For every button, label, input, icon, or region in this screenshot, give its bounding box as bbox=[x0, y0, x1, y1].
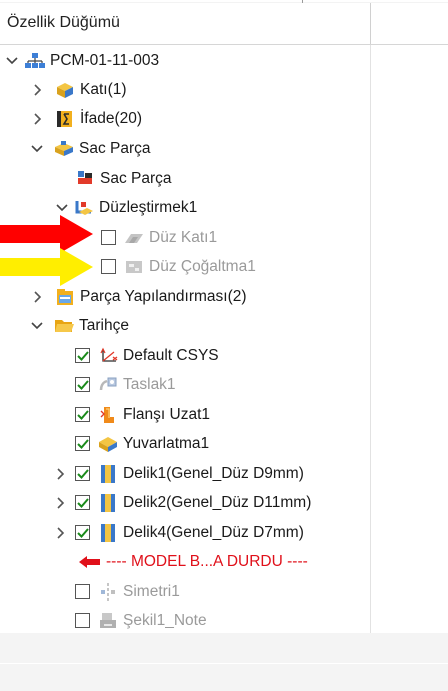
chevron-down-icon[interactable] bbox=[5, 54, 19, 68]
bottom-empty-area bbox=[0, 633, 448, 691]
tree-node-root[interactable]: PCM-01-11-003 bbox=[0, 46, 370, 75]
chevron-right-icon[interactable] bbox=[54, 496, 68, 510]
checkbox-checked[interactable] bbox=[75, 436, 90, 451]
tree-node-tarihce[interactable]: Tarihçe bbox=[0, 311, 370, 340]
symmetry-icon bbox=[98, 582, 118, 602]
panel-title: Özellik Düğümü bbox=[7, 14, 120, 31]
checkbox-checked[interactable] bbox=[75, 466, 90, 481]
tree-label-tarihce: Tarihçe bbox=[79, 316, 129, 334]
feature-tree: PCM-01-11-003 Katı(1) İfade(20) Sac Parç… bbox=[0, 45, 448, 633]
chevron-right-icon[interactable] bbox=[31, 83, 45, 97]
checkbox-checked[interactable] bbox=[75, 348, 90, 363]
tree-label-flansi-uzat: Flanşı Uzat1 bbox=[123, 405, 211, 423]
tree-node-delik4[interactable]: Delik4(Genel_Düz D7mm) bbox=[0, 518, 370, 547]
solid-body-icon bbox=[55, 80, 75, 100]
checkbox-checked[interactable] bbox=[75, 377, 90, 392]
coordinate-system-icon bbox=[98, 346, 118, 366]
hole-icon bbox=[98, 464, 118, 484]
checkbox-checked[interactable] bbox=[75, 407, 90, 422]
tree-label-parca-yapilandirmasi: Parça Yapılandırması(2) bbox=[80, 287, 247, 305]
tree-label-yuvarlatma: Yuvarlatma1 bbox=[123, 434, 210, 452]
tree-node-kati[interactable]: Katı(1) bbox=[0, 75, 370, 104]
suppress-checkbox[interactable] bbox=[101, 259, 116, 274]
bottom-separator bbox=[0, 663, 448, 664]
chevron-down-icon[interactable] bbox=[30, 142, 44, 156]
checkbox-checked[interactable] bbox=[75, 495, 90, 510]
tree-node-delik1[interactable]: Delik1(Genel_Düz D9mm) bbox=[0, 459, 370, 488]
chevron-right-icon[interactable] bbox=[31, 112, 45, 126]
tree-label-delik1: Delik1(Genel_Düz D9mm) bbox=[123, 464, 304, 482]
assembly-structure-icon bbox=[25, 51, 45, 71]
top-border bbox=[0, 0, 448, 3]
tree-node-flansi-uzat[interactable]: Flanşı Uzat1 bbox=[0, 400, 370, 429]
chevron-right-icon[interactable] bbox=[31, 290, 45, 304]
tree-label-duz-cogaltma: Düz Çoğaltma1 bbox=[149, 257, 256, 275]
model-stop-label: ---- MODEL B...A DURDU ---- bbox=[106, 552, 308, 570]
sheet-metal-base-icon bbox=[75, 169, 95, 189]
tree-label-kati: Katı(1) bbox=[80, 80, 127, 98]
configuration-icon bbox=[55, 287, 75, 307]
tree-node-default-csys[interactable]: Default CSYS bbox=[0, 341, 370, 370]
tree-node-ifade[interactable]: İfade(20) bbox=[0, 104, 370, 133]
sheet-metal-icon bbox=[54, 139, 74, 159]
model-stop-marker[interactable]: ---- MODEL B...A DURDU ---- bbox=[0, 547, 370, 576]
flat-pattern-icon bbox=[124, 257, 144, 277]
chevron-right-icon[interactable] bbox=[54, 526, 68, 540]
tree-node-yuvarlatma[interactable]: Yuvarlatma1 bbox=[0, 429, 370, 458]
folder-open-icon bbox=[54, 316, 74, 336]
hole-icon bbox=[98, 493, 118, 513]
header-column-divider[interactable] bbox=[370, 3, 371, 44]
flat-solid-icon bbox=[124, 228, 144, 248]
note-icon bbox=[98, 611, 118, 631]
tree-label-taslak: Taslak1 bbox=[123, 375, 176, 393]
stop-arrow-icon bbox=[79, 552, 101, 572]
tree-label-delik2: Delik2(Genel_Düz D11mm) bbox=[123, 493, 312, 511]
tree-label-sac-parca-group: Sac Parça bbox=[79, 139, 151, 157]
suppress-checkbox[interactable] bbox=[75, 584, 90, 599]
sketch-icon bbox=[98, 375, 118, 395]
tree-node-sac-parca[interactable]: Sac Parça bbox=[0, 164, 370, 193]
tree-label-default-csys: Default CSYS bbox=[123, 346, 219, 364]
tree-node-sekil-note[interactable]: Şekil1_Note bbox=[0, 606, 370, 635]
fillet-icon bbox=[98, 434, 118, 454]
tree-label-duz-kati: Düz Katı1 bbox=[149, 228, 218, 246]
tree-node-sac-parca-group[interactable]: Sac Parça bbox=[0, 134, 370, 163]
tree-label-sekil-note: Şekil1_Note bbox=[123, 611, 207, 629]
tree-label-ifade: İfade(20) bbox=[80, 109, 143, 127]
suppress-checkbox[interactable] bbox=[75, 613, 90, 628]
hole-icon bbox=[98, 523, 118, 543]
tree-label-sac-parca: Sac Parça bbox=[100, 169, 172, 187]
yellow-annotation-arrow bbox=[0, 248, 93, 286]
checkbox-checked[interactable] bbox=[75, 525, 90, 540]
panel-header: Özellik Düğümü bbox=[0, 3, 448, 45]
tree-node-delik2[interactable]: Delik2(Genel_Düz D11mm) bbox=[0, 488, 370, 517]
suppress-checkbox[interactable] bbox=[101, 230, 116, 245]
tree-label-simetri: Simetri1 bbox=[123, 582, 180, 600]
tree-node-taslak[interactable]: Taslak1 bbox=[0, 370, 370, 399]
chevron-down-icon[interactable] bbox=[30, 319, 44, 333]
tree-label-duzlestirmek: Düzleştirmek1 bbox=[99, 198, 198, 216]
column-line bbox=[370, 45, 371, 633]
chevron-right-icon[interactable] bbox=[54, 467, 68, 481]
expression-icon bbox=[55, 109, 75, 129]
tree-node-simetri[interactable]: Simetri1 bbox=[0, 577, 370, 606]
tree-label-delik4: Delik4(Genel_Düz D7mm) bbox=[123, 523, 304, 541]
tree-label-root: PCM-01-11-003 bbox=[50, 51, 160, 69]
flange-icon bbox=[98, 405, 118, 425]
